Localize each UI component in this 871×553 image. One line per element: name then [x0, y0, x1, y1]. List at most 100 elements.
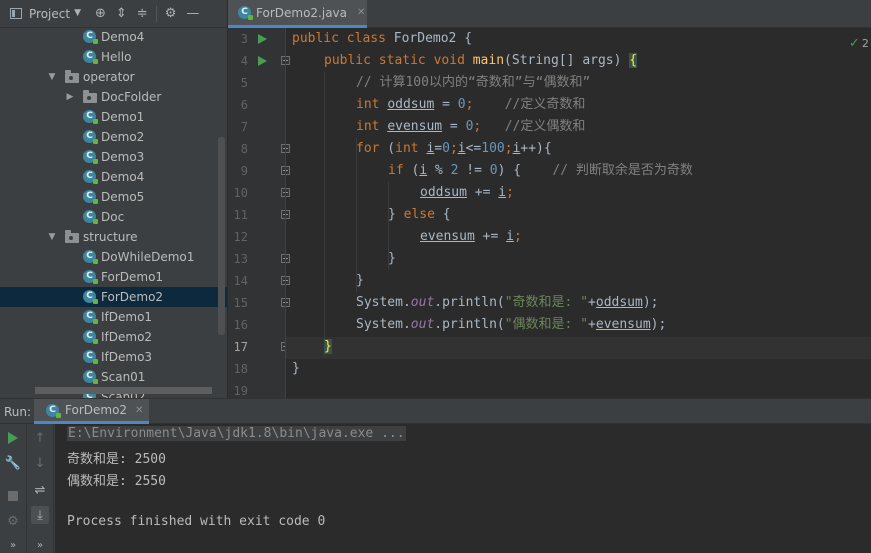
code-editor[interactable]: public class ForDemo2 { public static vo…: [292, 28, 852, 398]
tree-item-class-demo4[interactable]: C Demo4: [0, 27, 227, 47]
expand-all-icon[interactable]: ⇕: [116, 7, 127, 20]
operator: =: [434, 97, 458, 112]
tree-item-class-dowhiledemo1[interactable]: C DoWhileDemo1: [0, 247, 227, 267]
code-line-13: }: [388, 248, 396, 270]
inspection-widget[interactable]: ✓ 2: [849, 36, 869, 50]
run-header: Run: C ForDemo2 ✕: [0, 398, 871, 424]
tree-item-class-hello[interactable]: C Hello: [0, 47, 227, 67]
code-line-14: }: [356, 270, 364, 292]
modify-config-button[interactable]: 🔧: [4, 454, 22, 472]
locate-file-icon[interactable]: ⊕: [95, 7, 106, 20]
tree-item-class-demo3[interactable]: C Demo3: [0, 147, 227, 167]
java-class-icon: C: [83, 370, 98, 384]
settings-button[interactable]: ⚙: [4, 512, 22, 530]
line-number: 14: [233, 274, 248, 288]
wrap-icon: ⇌: [34, 482, 46, 498]
chevron-down-icon[interactable]: ▼: [47, 72, 57, 82]
package-folder-icon: [65, 230, 79, 243]
double-chevron-icon: »: [9, 539, 17, 551]
line-number: 5: [240, 76, 248, 90]
console-output[interactable]: E:\Environment\Java\jdk1.8\bin\java.exe …: [55, 424, 871, 553]
code-line-10: oddsum += i;: [420, 182, 514, 204]
tree-item-package-operator[interactable]: ▼ operator: [0, 67, 227, 87]
method-call: .println(: [434, 317, 505, 332]
scroll-up-button[interactable]: ↑: [31, 429, 49, 447]
rerun-button[interactable]: [4, 429, 22, 447]
java-class-icon: C: [83, 270, 98, 284]
scroll-to-end-button[interactable]: ⤓: [31, 506, 49, 524]
more-button[interactable]: »: [31, 536, 49, 553]
keyword: if: [388, 163, 404, 178]
scroll-down-button[interactable]: ↓: [31, 454, 49, 472]
more-button[interactable]: »: [4, 536, 22, 553]
project-horizontal-scrollbar[interactable]: [35, 387, 212, 394]
method-call: .println(: [434, 295, 505, 310]
tree-item-label: operator: [83, 70, 135, 84]
comment: //定义奇数和: [473, 97, 586, 112]
java-class-icon: C: [83, 250, 98, 264]
tree-item-class-scan01[interactable]: C Scan01: [0, 367, 227, 387]
tree-item-label: Demo4: [101, 170, 145, 184]
tree-item-package-docfolder[interactable]: ▶ DocFolder: [0, 87, 227, 107]
operator: <=: [465, 141, 482, 156]
project-view-selector[interactable]: Project: [29, 7, 70, 21]
line-number: 19: [233, 384, 248, 398]
code-line-11: } else {: [388, 204, 451, 226]
static-field: out: [410, 317, 435, 332]
stop-button[interactable]: [4, 487, 22, 505]
java-class-icon: C: [46, 403, 61, 418]
run-gutter-icon[interactable]: [258, 56, 267, 66]
chevron-down-icon[interactable]: ▼: [47, 232, 57, 242]
tree-item-class-fordemo2[interactable]: C ForDemo2: [0, 287, 227, 307]
paren: (: [403, 163, 420, 178]
run-gutter-icon[interactable]: [258, 34, 267, 44]
console-line-command: E:\Environment\Java\jdk1.8\bin\java.exe …: [67, 426, 406, 441]
run-label: Run:: [4, 405, 32, 419]
collapse-all-icon[interactable]: ≑: [137, 7, 148, 20]
arrow-up-icon: ↑: [34, 430, 46, 446]
variable-i: i: [419, 163, 428, 178]
java-class-icon: C: [83, 150, 98, 164]
run-toolbar-left: 🔧 ⚙ »: [0, 424, 27, 553]
tree-item-label: IfDemo1: [101, 310, 153, 324]
tree-item-class-ifdemo2[interactable]: C IfDemo2: [0, 327, 227, 347]
brace: }: [292, 361, 300, 376]
gear-icon[interactable]: ⚙: [165, 7, 177, 20]
number-literal: 0: [489, 163, 498, 178]
tree-item-label: Demo5: [101, 190, 145, 204]
soft-wrap-button[interactable]: ⇌: [31, 481, 49, 499]
toolbar-divider: [155, 5, 157, 22]
close-icon[interactable]: ✕: [357, 7, 365, 18]
class-ref: System.: [356, 317, 411, 332]
java-class-icon: C: [83, 130, 98, 144]
keyword: int: [356, 119, 380, 134]
operator: +=: [466, 185, 499, 200]
project-vertical-scrollbar[interactable]: [218, 137, 225, 335]
keyword: void: [433, 53, 465, 68]
number-literal: 0: [457, 97, 466, 112]
tree-item-class-doc[interactable]: C Doc: [0, 207, 227, 227]
chevron-right-icon[interactable]: ▶: [65, 92, 75, 102]
tree-item-class-fordemo1[interactable]: C ForDemo1: [0, 267, 227, 287]
run-tab-fordemo2[interactable]: C ForDemo2 ✕: [34, 399, 149, 424]
keyword: int: [356, 97, 380, 112]
tree-item-class-demo1[interactable]: C Demo1: [0, 107, 227, 127]
tab-fordemo2-java[interactable]: C ForDemo2.java ✕: [228, 0, 367, 28]
variable-evensum: evensum: [595, 317, 651, 332]
keyword: int: [395, 141, 419, 156]
line-number: 6: [240, 98, 248, 112]
tree-item-class-demo5[interactable]: C Demo5: [0, 187, 227, 207]
minimize-icon[interactable]: —: [186, 7, 199, 20]
tree-item-class-ifdemo1[interactable]: C IfDemo1: [0, 307, 227, 327]
tree-item-package-structure[interactable]: ▼ structure: [0, 227, 227, 247]
chevron-down-icon[interactable]: ▼: [74, 9, 81, 18]
tree-item-label: Demo4: [101, 30, 145, 44]
java-class-icon: C: [83, 290, 98, 304]
operator: +: [588, 317, 596, 332]
tree-item-class-demo2[interactable]: C Demo2: [0, 127, 227, 147]
tree-item-label: ForDemo2: [101, 290, 164, 304]
tree-item-class-ifdemo3[interactable]: C IfDemo3: [0, 347, 227, 367]
close-icon[interactable]: ✕: [135, 405, 143, 416]
tree-item-class-demo4[interactable]: C Demo4: [0, 167, 227, 187]
java-class-icon: C: [83, 350, 98, 364]
